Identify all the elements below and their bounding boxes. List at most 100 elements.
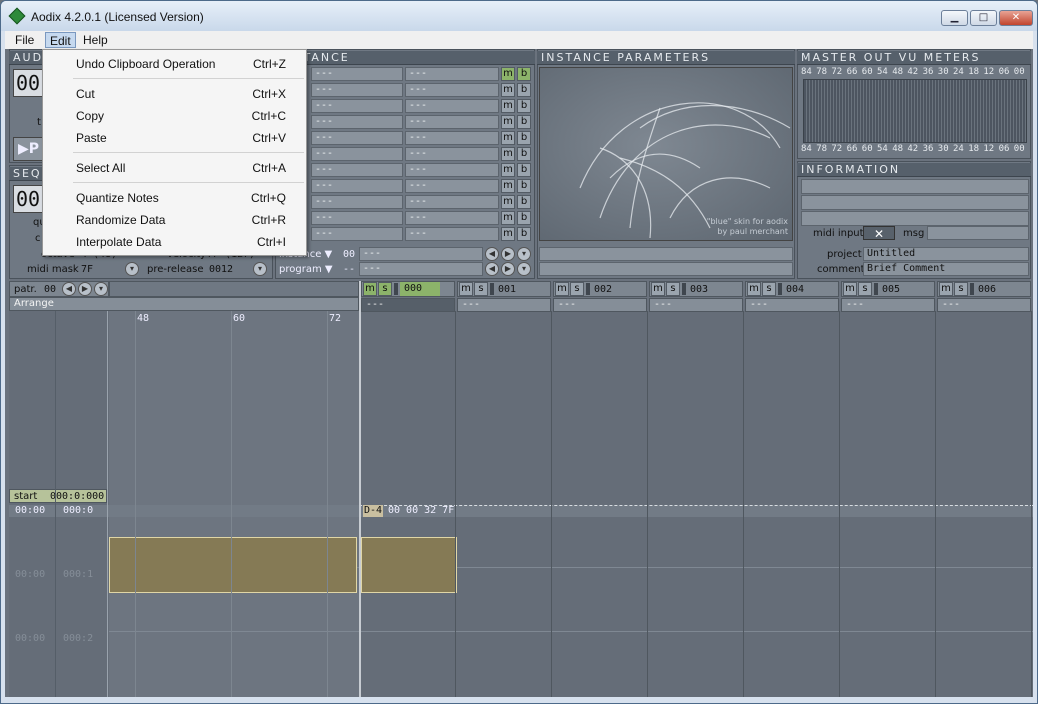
minimize-button[interactable]: ▁ <box>941 10 968 26</box>
instance-row-name[interactable]: --- <box>311 163 403 177</box>
channel-subheader[interactable]: --- <box>937 298 1031 312</box>
maximize-button[interactable]: □ <box>970 10 997 26</box>
pre-release-stepper-icon[interactable]: ▾ <box>253 262 267 276</box>
instance-row-program[interactable]: --- <box>405 147 499 161</box>
edit-menu-item[interactable]: Interpolate Data Ctrl+I <box>43 233 306 253</box>
param-field-2[interactable] <box>539 262 793 276</box>
close-button[interactable]: ✕ <box>999 10 1033 26</box>
channel-mute-button[interactable]: m <box>939 282 953 296</box>
pattern-dropdown-icon[interactable]: ▾ <box>94 282 108 296</box>
instance-bypass-button[interactable]: b <box>517 99 531 113</box>
channel-solo-button[interactable]: s <box>474 282 488 296</box>
channel-mute-button[interactable]: m <box>459 282 473 296</box>
channel-solo-button[interactable]: s <box>858 282 872 296</box>
arrange-grid[interactable] <box>109 311 359 697</box>
instance-row-name[interactable]: --- <box>311 211 403 225</box>
instance-prev-icon[interactable]: ◀ <box>485 247 499 261</box>
program-select-label[interactable]: program ▼ <box>279 264 333 275</box>
instance-row-program[interactable]: --- <box>405 83 499 97</box>
comment-field[interactable]: Brief Comment <box>863 262 1029 276</box>
edit-menu-item[interactable]: Randomize Data Ctrl+R <box>43 211 306 231</box>
instance-mute-button[interactable]: m <box>501 179 515 193</box>
instance-bypass-button[interactable]: b <box>517 179 531 193</box>
instance-row-name[interactable]: --- <box>311 195 403 209</box>
instance-mute-button[interactable]: m <box>501 211 515 225</box>
pre-release-value[interactable]: 0012 <box>209 264 233 275</box>
midi-input-toggle[interactable]: ✕ <box>863 226 895 241</box>
instance-bypass-button[interactable]: b <box>517 83 531 97</box>
instance-mute-button[interactable]: m <box>501 115 515 129</box>
instance-dropdown-icon[interactable]: ▾ <box>517 247 531 261</box>
instance-mute-button[interactable]: m <box>501 99 515 113</box>
edit-menu-item[interactable]: Cut Ctrl+X <box>43 85 306 105</box>
pattern-prev-icon[interactable]: ◀ <box>62 282 76 296</box>
instance-bypass-button[interactable]: b <box>517 227 531 241</box>
project-field[interactable]: Untitled <box>863 247 1029 261</box>
param-field-1[interactable] <box>539 247 793 261</box>
note-event-note[interactable]: D-4 <box>363 505 383 517</box>
channel-subheader[interactable]: --- <box>457 298 551 312</box>
instance-row-name[interactable]: --- <box>311 131 403 145</box>
edit-menu-item[interactable]: Undo Clipboard Operation Ctrl+Z <box>43 55 306 75</box>
instance-row-name[interactable]: --- <box>311 179 403 193</box>
instance-name-field[interactable]: --- <box>359 247 483 261</box>
instance-row-program[interactable]: --- <box>405 227 499 241</box>
instance-row-program[interactable]: --- <box>405 163 499 177</box>
instance-mute-button[interactable]: m <box>501 83 515 97</box>
arrange-tab[interactable]: Arrange <box>9 297 359 311</box>
instance-mute-button[interactable]: m <box>501 147 515 161</box>
instance-row-program[interactable]: --- <box>405 211 499 225</box>
instance-next-icon[interactable]: ▶ <box>501 247 515 261</box>
instance-mute-button[interactable]: m <box>501 131 515 145</box>
channel-mute-button[interactable]: m <box>555 282 569 296</box>
start-marker[interactable]: start 000:0:000 <box>9 489 107 503</box>
channel-subheader[interactable]: --- <box>553 298 647 312</box>
instance-row-program[interactable]: --- <box>405 179 499 193</box>
title-bar[interactable]: Aodix 4.2.0.1 (Licensed Version) ▁ □ ✕ <box>1 1 1037 31</box>
instance-mute-button[interactable]: m <box>501 227 515 241</box>
channel-subheader[interactable]: --- <box>745 298 839 312</box>
program-name-field[interactable]: --- <box>359 262 483 276</box>
instance-mute-button[interactable]: m <box>501 67 515 81</box>
instance-row-name[interactable]: --- <box>311 99 403 113</box>
instance-row-program[interactable]: --- <box>405 131 499 145</box>
instance-bypass-button[interactable]: b <box>517 131 531 145</box>
program-prev-icon[interactable]: ◀ <box>485 262 499 276</box>
channel-solo-button[interactable]: s <box>666 282 680 296</box>
channel-solo-button[interactable]: s <box>762 282 776 296</box>
edit-menu-item[interactable]: Select All Ctrl+A <box>43 159 306 179</box>
play-button[interactable]: ▶P <box>13 137 45 161</box>
channel-subheader[interactable]: --- <box>361 298 455 312</box>
program-next-icon[interactable]: ▶ <box>501 262 515 276</box>
instance-row-program[interactable]: --- <box>405 115 499 129</box>
midi-mask-value[interactable]: 7F <box>81 264 93 275</box>
arrange-clip[interactable] <box>109 537 357 593</box>
channel-subheader[interactable]: --- <box>649 298 743 312</box>
edit-menu-item[interactable]: Paste Ctrl+V <box>43 129 306 149</box>
edit-menu-item[interactable]: Copy Ctrl+C <box>43 107 306 127</box>
instance-row-program[interactable]: --- <box>405 195 499 209</box>
instance-mute-button[interactable]: m <box>501 195 515 209</box>
instance-row-program[interactable]: --- <box>405 67 499 81</box>
midi-mask-stepper-icon[interactable]: ▾ <box>125 262 139 276</box>
pattern-next-icon[interactable]: ▶ <box>78 282 92 296</box>
instance-mute-button[interactable]: m <box>501 163 515 177</box>
menu-edit[interactable]: Edit <box>45 32 76 48</box>
menu-file[interactable]: File <box>11 32 38 48</box>
instance-bypass-button[interactable]: b <box>517 147 531 161</box>
instance-bypass-button[interactable]: b <box>517 163 531 177</box>
instance-row-name[interactable]: --- <box>311 115 403 129</box>
channel-mute-button[interactable]: m <box>747 282 761 296</box>
channel-mute-button[interactable]: m <box>363 282 377 296</box>
program-dropdown-icon[interactable]: ▾ <box>517 262 531 276</box>
channel-solo-button[interactable]: s <box>570 282 584 296</box>
instance-row-name[interactable]: --- <box>311 147 403 161</box>
instance-row-name[interactable]: --- <box>311 67 403 81</box>
channel-solo-button[interactable]: s <box>378 282 392 296</box>
channel-mute-button[interactable]: m <box>651 282 665 296</box>
edit-menu-item[interactable]: Quantize Notes Ctrl+Q <box>43 189 306 209</box>
instance-bypass-button[interactable]: b <box>517 67 531 81</box>
instance-bypass-button[interactable]: b <box>517 195 531 209</box>
channel-solo-button[interactable]: s <box>954 282 968 296</box>
pattern-clip[interactable] <box>361 537 457 593</box>
